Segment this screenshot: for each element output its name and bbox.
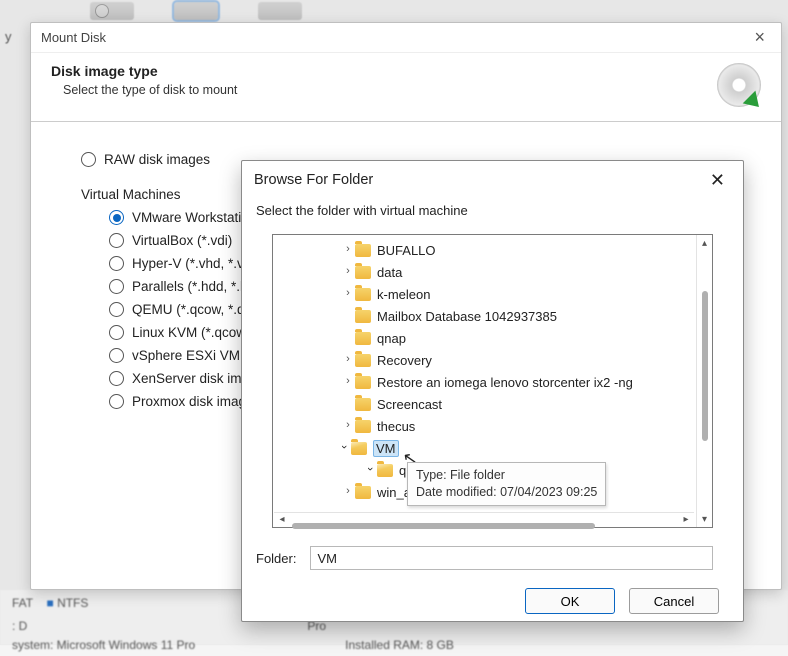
tree-item-mailbox[interactable]: Mailbox Database 1042937385 [277,305,710,327]
tree-label: data [377,265,402,280]
radio-icon[interactable] [109,394,124,409]
radio-icon[interactable] [109,348,124,363]
expand-icon[interactable]: › [341,287,355,299]
folder-icon [355,354,371,367]
disc-mount-icon [717,63,761,107]
bg-y: y [5,29,12,44]
browse-instruction: Select the folder with virtual machine [242,199,743,228]
scroll-left-icon[interactable]: ◂ [274,514,290,525]
tree-item-screencast[interactable]: Screencast [277,393,710,415]
tree-label: Recovery [377,353,432,368]
folder-icon [355,420,371,433]
tree-label: qnap [377,331,406,346]
radio-icon[interactable] [81,152,96,167]
tree-item-winandroid[interactable]: › win_android [277,481,710,503]
scroll-thumb[interactable] [702,291,708,441]
tree-item-recovery[interactable]: › Recovery [277,349,710,371]
folder-icon [355,288,371,301]
tree-item-vm[interactable]: › VM [277,437,710,459]
tree-label: Restore an iomega lenovo storcenter ix2 … [377,375,633,390]
radio-icon[interactable] [109,233,124,248]
scroll-up-icon[interactable]: ▴ [697,235,713,251]
tree-item-thecus[interactable]: › thecus [277,415,710,437]
browse-folder-dialog: Browse For Folder ✕ Select the folder wi… [241,160,744,622]
browse-title: Browse For Folder [254,172,373,188]
expand-icon[interactable]: › [341,375,355,387]
expand-icon[interactable]: › [341,243,355,255]
mount-heading: Disk image type [51,63,237,79]
radio-icon[interactable] [109,256,124,271]
tree-item-bufallo[interactable]: › BUFALLO [277,239,710,261]
mount-header: Disk image type Select the type of disk … [31,53,781,122]
folder-open-icon [377,464,393,477]
folder-icon [355,244,371,257]
expand-icon[interactable]: › [341,419,355,431]
tree-label: Mailbox Database 1042937385 [377,309,557,324]
folder-icon [355,486,371,499]
folder-input[interactable] [310,546,713,570]
close-icon[interactable]: × [748,27,771,48]
folder-tree: › BUFALLO › data › k-meleon Mailbox Databas… [272,234,713,528]
expand-icon[interactable]: › [341,485,355,497]
tree-label: BUFALLO [377,243,436,258]
mount-subheading: Select the type of disk to mount [63,83,237,97]
folder-icon [355,398,371,411]
folder-label: Folder: [256,551,296,566]
folder-open-icon [351,442,367,455]
horizontal-scrollbar[interactable]: ◂ ▸ [274,512,694,526]
radio-icon[interactable] [109,371,124,386]
close-icon[interactable]: ✕ [704,170,731,191]
option-label: VirtualBox (*.vdi) [132,233,232,248]
folder-input-row: Folder: [242,538,743,574]
bg-disks [90,2,302,20]
tree-item-qnap-test[interactable]: › qnap_test [277,459,710,481]
cancel-button[interactable]: Cancel [629,588,719,614]
collapse-icon[interactable]: › [364,462,376,476]
collapse-icon[interactable]: › [338,440,350,454]
scroll-right-icon[interactable]: ▸ [678,514,694,525]
tree-label: thecus [377,419,415,434]
tree-label: k-meleon [377,287,430,302]
radio-icon[interactable] [109,279,124,294]
tree-label: qnap_test [399,463,456,478]
expand-icon[interactable]: › [341,265,355,277]
radio-icon[interactable] [109,302,124,317]
tree-label-selected: VM [373,440,399,457]
folder-icon [355,332,371,345]
tree-item-data[interactable]: › data [277,261,710,283]
tree-label: Screencast [377,397,442,412]
browse-titlebar[interactable]: Browse For Folder ✕ [242,161,743,199]
option-label: RAW disk images [104,152,210,167]
radio-icon[interactable] [109,210,124,225]
ok-button[interactable]: OK [525,588,615,614]
scroll-down-icon[interactable]: ▾ [697,511,713,527]
hscroll-thumb[interactable] [292,523,595,529]
vertical-scrollbar[interactable]: ▴ ▾ [696,235,712,527]
folder-icon [355,310,371,323]
folder-icon [355,376,371,389]
expand-icon[interactable]: › [341,353,355,365]
mount-title: Mount Disk [41,30,106,45]
tree-item-kmeleon[interactable]: › k-meleon [277,283,710,305]
tree-item-qnap[interactable]: qnap [277,327,710,349]
mount-titlebar[interactable]: Mount Disk × [31,23,781,53]
tree-item-restore[interactable]: › Restore an iomega lenovo storcenter ix2… [277,371,710,393]
radio-icon[interactable] [109,325,124,340]
tree-label: win_android [377,485,447,500]
folder-icon [355,266,371,279]
